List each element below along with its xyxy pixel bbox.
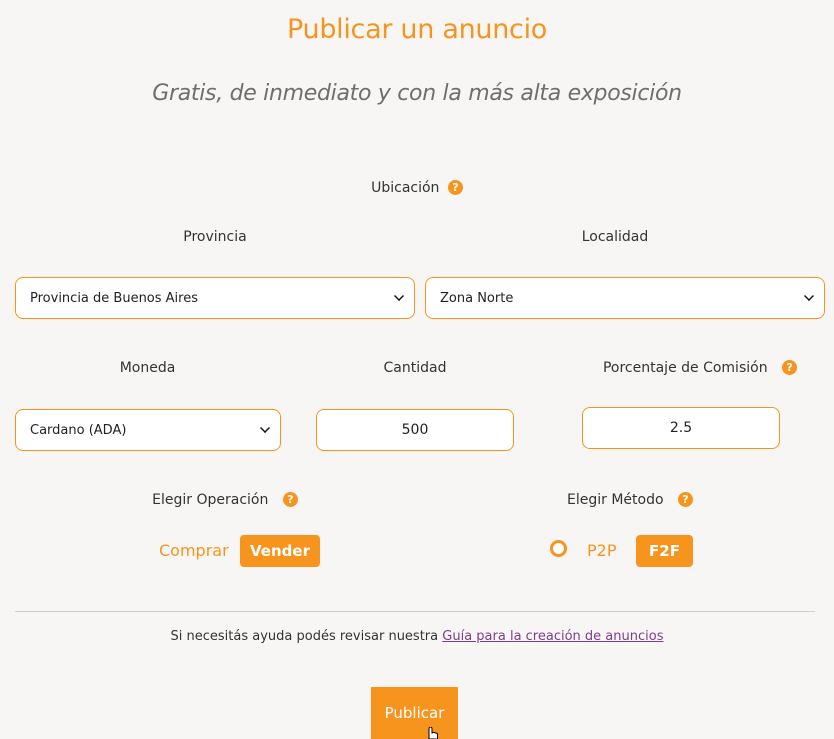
currency-label: Moneda xyxy=(119,360,176,376)
amount-input[interactable]: 500 xyxy=(316,409,514,451)
page-subtitle: Gratis, de inmediato y con la más alta e… xyxy=(152,81,682,106)
sell-option[interactable]: Vender xyxy=(240,535,320,567)
commission-input[interactable]: 2.5 xyxy=(582,407,780,449)
commission-label-row: Porcentaje de Comisión ? xyxy=(590,360,810,376)
amount-label: Cantidad xyxy=(383,360,447,376)
province-select[interactable]: Provincia de Buenos Aires xyxy=(15,277,415,319)
guide-link[interactable]: Guía para la creación de anuncios xyxy=(442,629,663,644)
locality-label: Localidad xyxy=(581,229,649,245)
p2p-option[interactable]: P2P xyxy=(587,541,616,560)
method-help-icon[interactable]: ? xyxy=(677,492,693,507)
commission-label: Porcentaje de Comisión xyxy=(602,360,768,376)
publish-ad-page: Publicar un anuncio Gratis, de inmediato… xyxy=(0,0,834,739)
locality-value: Zona Norte xyxy=(440,290,514,306)
operation-label-row: Elegir Operación ? xyxy=(130,492,320,508)
chevron-down-icon xyxy=(394,291,404,301)
operation-label: Elegir Operación xyxy=(152,492,269,508)
page-title: Publicar un anuncio xyxy=(287,14,547,45)
method-radio[interactable] xyxy=(550,540,567,557)
hand-pointer-icon xyxy=(428,727,438,739)
publish-button[interactable]: Publicar xyxy=(371,687,458,739)
province-value: Provincia de Buenos Aires xyxy=(30,290,198,306)
locality-select[interactable]: Zona Norte xyxy=(425,277,825,319)
buy-option[interactable]: Comprar xyxy=(159,541,229,560)
f2f-option[interactable]: F2F xyxy=(636,535,693,567)
chevron-down-icon xyxy=(260,423,270,433)
province-label: Provincia xyxy=(183,229,247,245)
location-help-icon[interactable]: ? xyxy=(447,180,463,195)
chevron-down-icon xyxy=(804,291,814,301)
divider xyxy=(15,611,815,612)
commission-help-icon[interactable]: ? xyxy=(782,360,798,375)
method-label: Elegir Método xyxy=(567,492,664,508)
location-label: Ubicación xyxy=(371,180,440,196)
method-label-row: Elegir Método ? xyxy=(545,492,715,508)
help-text-row: Si necesitás ayuda podés revisar nuestra… xyxy=(0,629,834,644)
currency-select[interactable]: Cardano (ADA) xyxy=(15,409,281,451)
operation-help-icon[interactable]: ? xyxy=(282,492,298,507)
currency-value: Cardano (ADA) xyxy=(30,422,127,438)
help-text: Si necesitás ayuda podés revisar nuestra xyxy=(170,629,439,644)
location-label-row: Ubicación ? xyxy=(0,180,834,196)
